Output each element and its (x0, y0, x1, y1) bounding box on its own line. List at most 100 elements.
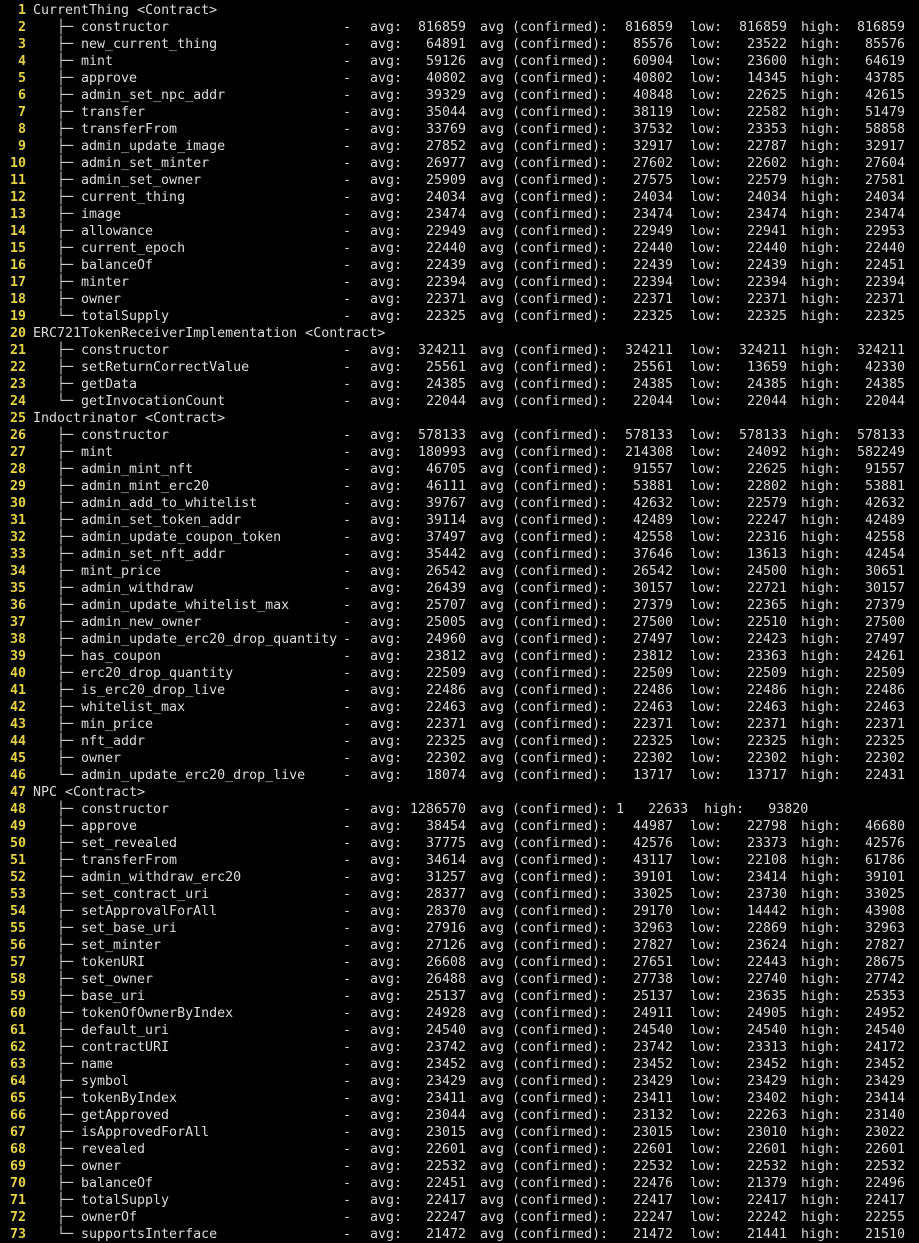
high-label: high: (801, 105, 842, 120)
function-name: transferFrom (81, 122, 178, 137)
tree-branch-glyph: ├─ (57, 700, 74, 715)
separator-dash: - (343, 649, 352, 664)
high-label: high: (801, 20, 842, 35)
avg-confirmed-value: 27738 (632, 972, 673, 987)
contract-header: Indoctrinator <Contract> (33, 411, 226, 426)
function-gas-line: 51 ├─ transferFrom - avg: 34614 avg (confirmed… (0, 852, 919, 869)
low-value: 23363 (746, 649, 787, 664)
line-number: 60 (9, 1006, 26, 1021)
avg-confirmed-label: avg (confirmed): (480, 207, 609, 222)
line-number: 48 (9, 802, 26, 817)
avg-value: 27126 (425, 938, 466, 953)
low-label: low: (690, 275, 723, 290)
low-value: 22302 (746, 751, 787, 766)
avg-confirmed-value: 43117 (632, 853, 673, 868)
function-gas-line: 57 ├─ tokenURI - avg: 26608 avg (confirmed): 27… (0, 954, 919, 971)
function-name: tokenURI (81, 955, 146, 970)
avg-confirmed-value: 85576 (632, 37, 673, 52)
separator-dash: - (343, 88, 352, 103)
low-label: low: (690, 547, 723, 562)
tree-branch-glyph: ├─ (57, 190, 74, 205)
line-number: 6 (17, 88, 26, 103)
tree-branch-glyph: ├─ (57, 105, 74, 120)
low-label: low: (690, 20, 723, 35)
high-value: 578133 (856, 428, 905, 443)
avg-confirmed-value: 24540 (632, 1023, 673, 1038)
function-name: getData (81, 377, 138, 392)
avg-confirmed-value: 24034 (632, 190, 673, 205)
high-value: 27581 (864, 173, 905, 188)
avg-label: avg: (370, 479, 403, 494)
high-label: high: (801, 649, 842, 664)
avg-value: 35044 (425, 105, 466, 120)
high-label: high: (801, 54, 842, 69)
high-value: 22440 (864, 241, 905, 256)
tree-branch-glyph: ├─ (57, 547, 74, 562)
avg-label: avg: (370, 972, 403, 987)
low-label: low: (690, 394, 723, 409)
high-value: 22394 (864, 275, 905, 290)
low-label: low: (690, 581, 723, 596)
function-name: balanceOf (81, 258, 154, 273)
avg-value: 39114 (425, 513, 466, 528)
high-label: high: (801, 275, 842, 290)
separator-dash: - (343, 1057, 352, 1072)
low-value: 24092 (746, 445, 787, 460)
avg-label: avg: (370, 513, 403, 528)
low-value: 22325 (746, 309, 787, 324)
function-name: revealed (81, 1142, 146, 1157)
separator-dash: - (343, 275, 352, 290)
line-number: 11 (9, 173, 26, 188)
tree-branch-glyph: ├─ (57, 275, 74, 290)
low-value: 23635 (746, 989, 787, 1004)
high-label: high: (801, 870, 842, 885)
low-value: 22423 (746, 632, 787, 647)
low-label: low: (690, 989, 723, 1004)
separator-dash: - (343, 394, 352, 409)
line-number: 33 (9, 547, 26, 562)
avg-value: 22394 (425, 275, 466, 290)
function-name: balanceOf (81, 1176, 154, 1191)
avg-confirmed-value: 27497 (632, 632, 673, 647)
separator-dash: - (343, 241, 352, 256)
low-label: low: (690, 258, 723, 273)
tree-branch-glyph: ├─ (57, 1125, 74, 1140)
function-gas-line: 2 ├─ constructor - avg: 816859 avg (confirmed)… (0, 19, 919, 36)
avg-confirmed-value: 816859 (624, 20, 673, 35)
high-value: 42632 (864, 496, 905, 511)
low-value: 22721 (746, 581, 787, 596)
high-value: 25353 (864, 989, 905, 1004)
avg-label: avg: (370, 853, 403, 868)
avg-value: 37775 (425, 836, 466, 851)
tree-branch-glyph: ├─ (57, 292, 74, 307)
avg-confirmed-label: avg (confirmed): (480, 853, 609, 868)
low-value: 22625 (746, 88, 787, 103)
low-label: low: (690, 1006, 723, 1021)
function-name: set_contract_uri (81, 887, 210, 902)
separator-dash: - (343, 666, 352, 681)
function-name: admin_update_image (81, 139, 226, 154)
avg-label: avg: (370, 904, 403, 919)
avg-value: 27852 (425, 139, 466, 154)
avg-label: avg: (370, 360, 403, 375)
separator-dash: - (343, 870, 352, 885)
avg-confirmed-label: avg (confirmed): (480, 275, 609, 290)
avg-label: avg: (370, 37, 403, 52)
avg-confirmed-label: avg (confirmed): (480, 156, 609, 171)
line-number: 5 (17, 71, 26, 86)
function-gas-line: 64 ├─ symbol - avg: 23429 avg (confirmed): 2342… (0, 1073, 919, 1090)
avg-label: avg: (370, 1091, 403, 1106)
avg-label: avg: (370, 292, 403, 307)
avg-confirmed-label: avg (confirmed): (480, 309, 609, 324)
avg-confirmed-label: avg (confirmed): (480, 1108, 609, 1123)
function-name: admin_mint_nft (81, 462, 194, 477)
function-name: mint_price (81, 564, 162, 579)
function-gas-line: 21 ├─ constructor - avg: 324211 avg (confirmed… (0, 342, 919, 359)
function-name: admin_set_token_addr (81, 513, 242, 528)
separator-dash: - (343, 1125, 352, 1140)
high-value: 24385 (864, 377, 905, 392)
tree-branch-glyph: ├─ (57, 615, 74, 630)
avg-confirmed-value: 39101 (632, 870, 673, 885)
avg-label: avg: (370, 615, 403, 630)
function-name: owner (81, 292, 122, 307)
